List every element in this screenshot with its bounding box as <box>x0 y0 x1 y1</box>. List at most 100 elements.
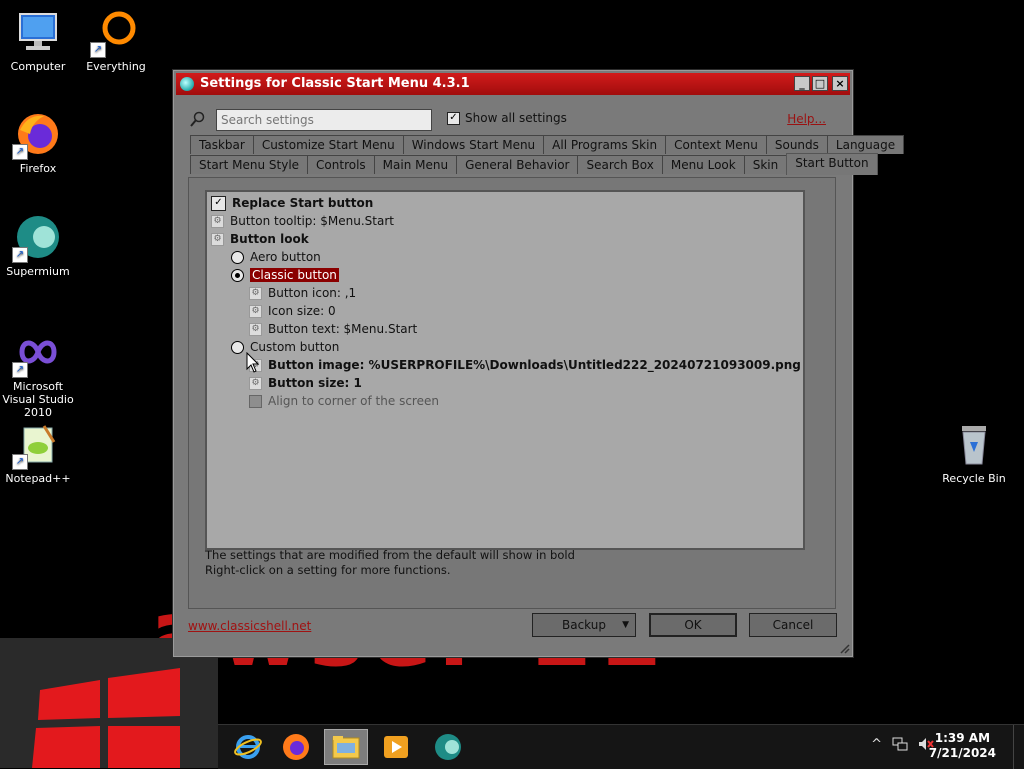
desktop-icon-computer[interactable]: Computer <box>0 8 80 73</box>
tab-context-menu[interactable]: Context Menu <box>665 135 767 154</box>
radio-empty-icon[interactable] <box>231 340 244 354</box>
tab-taskbar[interactable]: Taskbar <box>190 135 254 154</box>
setting-label: Replace Start button <box>232 196 374 210</box>
window-titlebar[interactable]: Settings for Classic Start Menu 4.3.1 _ … <box>176 73 850 95</box>
setting-replace-start-button[interactable]: ✓ Replace Start button <box>211 194 373 212</box>
tab-menu-look[interactable]: Menu Look <box>661 155 745 174</box>
tab-main-menu[interactable]: Main Menu <box>373 155 458 174</box>
desktop-icon-label: Notepad++ <box>5 472 71 485</box>
tab-search-box[interactable]: Search Box <box>577 155 663 174</box>
setting-button-look[interactable]: ⚙ Button look <box>211 230 309 248</box>
radio-selected-icon[interactable] <box>231 268 244 282</box>
tab-all-programs-skin[interactable]: All Programs Skin <box>543 135 667 154</box>
system-tray: ^ <box>871 737 934 755</box>
tab-sounds[interactable]: Sounds <box>765 135 828 154</box>
supermium-icon <box>435 734 461 760</box>
settings-tree[interactable]: ✓ Replace Start button ⚙ Button tooltip:… <box>205 190 805 550</box>
show-all-checkbox[interactable]: ✓ <box>447 111 460 125</box>
everything-icon: ↗ <box>90 8 140 58</box>
setting-label: Button image: %USERPROFILE%\Downloads\Un… <box>268 358 801 372</box>
taskbar-firefox-button[interactable] <box>274 729 318 765</box>
search-input[interactable] <box>216 109 432 131</box>
setting-gear-icon: ⚙ <box>249 286 262 300</box>
resize-grip-icon[interactable] <box>838 642 850 654</box>
setting-label: Icon size: 0 <box>268 304 336 318</box>
setting-label: Classic button <box>250 268 339 282</box>
maximize-button[interactable]: □ <box>812 76 828 91</box>
classicshell-website-link[interactable]: www.classicshell.net <box>188 619 311 633</box>
desktop-icon-visual-studio[interactable]: ↗ Microsoft Visual Studio 2010 <box>0 328 80 419</box>
taskbar-ie-button[interactable] <box>226 729 270 765</box>
desktop-icon-everything[interactable]: ↗ Everything <box>74 8 158 73</box>
desktop-icon-supermium[interactable]: ↗ Supermium <box>0 213 80 278</box>
firefox-icon <box>283 734 309 760</box>
minimize-button[interactable]: _ <box>794 76 810 91</box>
taskbar-supermium-button[interactable] <box>426 729 470 765</box>
cancel-button[interactable]: Cancel <box>749 613 837 637</box>
option-aero-button[interactable]: Aero button <box>231 248 321 266</box>
supermium-icon: ↗ <box>12 213 62 263</box>
info-text: The settings that are modified from the … <box>205 548 575 578</box>
windows-start-logo-icon[interactable] <box>30 668 190 768</box>
setting-gear-icon: ⚙ <box>249 304 262 318</box>
desktop-icon-notepadpp[interactable]: ↗ Notepad++ <box>0 420 80 485</box>
tab-start-menu-style[interactable]: Start Menu Style <box>190 155 309 174</box>
tab-language[interactable]: Language <box>826 135 905 154</box>
taskbar-clock[interactable]: 1:39 AM 7/21/2024 <box>929 731 996 761</box>
checkbox-disabled-icon[interactable] <box>249 394 262 408</box>
setting-button-image[interactable]: ⚙ Button image: %USERPROFILE%\Downloads\… <box>249 356 801 374</box>
setting-button-tooltip[interactable]: ⚙ Button tooltip: $Menu.Start <box>211 212 394 230</box>
desktop-icon-recycle-bin[interactable]: Recycle Bin <box>932 420 1016 485</box>
setting-label: Button text: $Menu.Start <box>268 322 418 336</box>
tab-row-top: Taskbar Customize Start Menu Windows Sta… <box>190 135 905 155</box>
checkbox-checked-icon[interactable]: ✓ <box>211 195 226 211</box>
desktop-icon-firefox[interactable]: ↗ Firefox <box>0 110 80 175</box>
taskbar-media-player-button[interactable] <box>374 729 418 765</box>
ok-button[interactable]: OK <box>649 613 737 637</box>
close-button[interactable]: × <box>832 76 848 91</box>
backup-label: Backup <box>562 618 606 632</box>
network-icon[interactable] <box>892 737 908 755</box>
show-desktop-button[interactable] <box>1013 725 1024 769</box>
show-all-settings-toggle[interactable]: ✓ Show all settings <box>447 111 567 125</box>
recycle-bin-icon <box>950 420 998 468</box>
clock-time: 1:39 AM <box>934 731 991 745</box>
shortcut-arrow-icon: ↗ <box>12 247 28 263</box>
tab-general-behavior[interactable]: General Behavior <box>456 155 579 174</box>
backup-button[interactable]: Backup ▼ <box>532 613 636 637</box>
tab-customize-start-menu[interactable]: Customize Start Menu <box>252 135 404 154</box>
tab-start-button[interactable]: Start Button <box>786 153 878 175</box>
classic-shell-icon <box>180 77 194 91</box>
shortcut-arrow-icon: ↗ <box>90 42 106 58</box>
setting-label: Aero button <box>250 250 321 264</box>
info-line: Right-click on a setting for more functi… <box>205 563 451 577</box>
desktop-icon-label: Recycle Bin <box>942 472 1006 485</box>
desktop-icon-label: Microsoft Visual Studio 2010 <box>2 380 74 419</box>
firefox-icon: ↗ <box>12 110 62 160</box>
setting-label: Align to corner of the screen <box>268 394 439 408</box>
setting-label: Button icon: ,1 <box>268 286 357 300</box>
help-link[interactable]: Help... <box>787 112 826 126</box>
tab-skin[interactable]: Skin <box>743 155 788 174</box>
visual-studio-icon: ↗ <box>12 328 62 378</box>
settings-window: Settings for Classic Start Menu 4.3.1 _ … <box>173 70 905 657</box>
tab-windows-start-menu[interactable]: Windows Start Menu <box>402 135 545 154</box>
radio-empty-icon[interactable] <box>231 250 244 264</box>
folder-icon <box>332 736 360 759</box>
setting-button-icon[interactable]: ⚙ Button icon: ,1 <box>249 284 356 302</box>
settings-panel: ✓ Replace Start button ⚙ Button tooltip:… <box>188 177 836 609</box>
setting-label: Button tooltip: $Menu.Start <box>230 214 394 228</box>
setting-align-corner[interactable]: Align to corner of the screen <box>249 392 439 410</box>
taskbar-explorer-button[interactable] <box>324 729 368 765</box>
setting-button-text[interactable]: ⚙ Button text: $Menu.Start <box>249 320 417 338</box>
clock-date: 7/21/2024 <box>928 746 996 760</box>
setting-gear-icon: ⚙ <box>249 376 262 390</box>
tray-overflow-chevron-icon[interactable]: ^ <box>871 737 882 755</box>
shortcut-arrow-icon: ↗ <box>12 454 28 470</box>
desktop-icon-label: Firefox <box>19 162 57 175</box>
setting-button-size[interactable]: ⚙ Button size: 1 <box>249 374 362 392</box>
option-classic-button[interactable]: Classic button <box>231 266 339 284</box>
setting-gear-icon: ⚙ <box>211 232 224 246</box>
setting-icon-size[interactable]: ⚙ Icon size: 0 <box>249 302 336 320</box>
tab-controls[interactable]: Controls <box>307 155 375 174</box>
